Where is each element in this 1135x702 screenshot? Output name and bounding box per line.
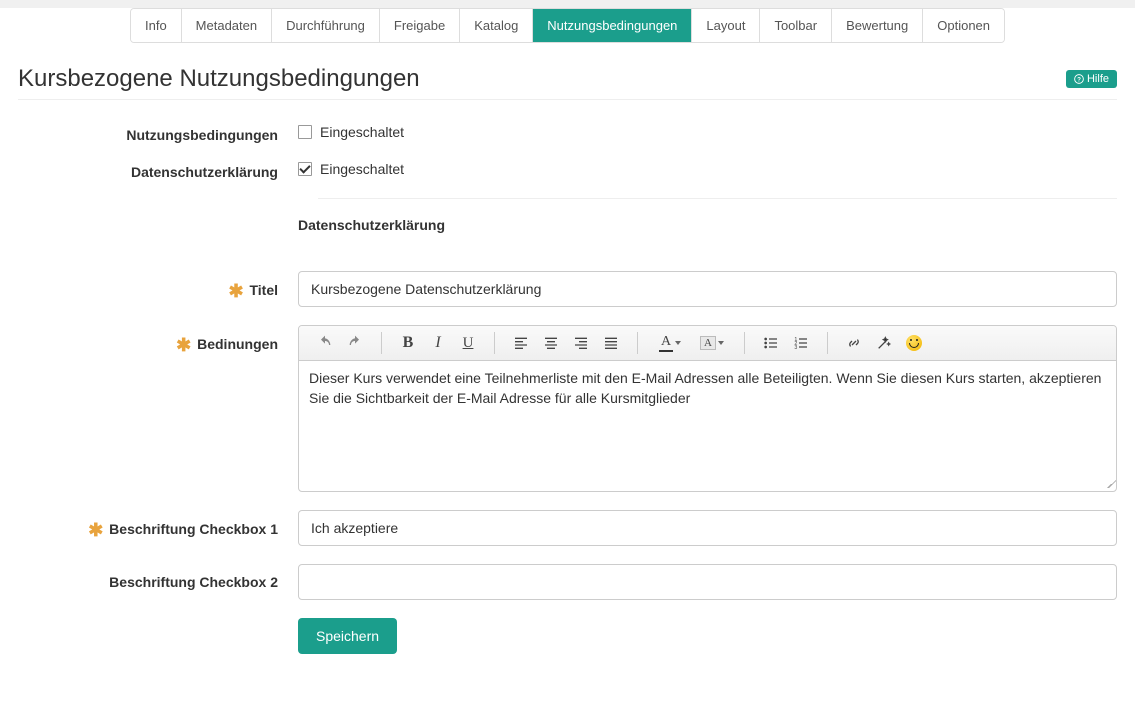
tab-optionen[interactable]: Optionen [923,9,1004,42]
section-divider [318,198,1117,199]
terms-checkbox[interactable] [298,125,312,139]
content-area: Kursbezogene Nutzungsbedingungen ? Hilfe… [0,43,1135,702]
bold-button[interactable]: B [394,330,422,356]
row-privacy: Datenschutzerklärung Eingeschaltet [18,161,1117,180]
rich-editor: B I U A A [298,325,1117,492]
label-privacy: Datenschutzerklärung [18,161,298,180]
align-right-button[interactable] [567,330,595,356]
cb1-input[interactable] [298,510,1117,546]
label-conditions: Bedinungen [197,336,278,352]
tab-toolbar[interactable]: Toolbar [760,9,832,42]
editor-content[interactable]: Dieser Kurs verwendet eine Teilnehmerlis… [299,361,1116,491]
align-justify-icon [603,335,619,351]
required-icon: ✱ [176,335,191,355]
svg-text:3: 3 [794,345,797,351]
terms-checkbox-label: Eingeschaltet [320,124,404,140]
undo-icon [317,335,333,351]
align-center-button[interactable] [537,330,565,356]
title-divider [18,99,1117,100]
label-title: Titel [249,282,278,298]
save-button[interactable]: Speichern [298,618,397,654]
svg-text:?: ? [1077,77,1081,84]
align-left-icon [513,335,529,351]
row-section-heading: Datenschutzerklärung [18,217,1117,253]
numbered-list-button[interactable]: 123 [787,330,815,356]
italic-button[interactable]: I [424,330,452,356]
font-color-button[interactable]: A [650,330,690,356]
resize-handle[interactable] [1102,477,1114,489]
numbered-list-icon: 123 [793,335,809,351]
align-left-button[interactable] [507,330,535,356]
bg-color-button[interactable]: A [692,330,732,356]
emoji-button[interactable] [900,330,928,356]
tab-freigabe[interactable]: Freigabe [380,9,460,42]
privacy-checkbox-holder[interactable]: Eingeschaltet [298,161,404,177]
top-strip [0,0,1135,8]
row-cb2: Beschriftung Checkbox 2 [18,564,1117,600]
row-terms: Nutzungsbedingungen Eingeschaltet [18,124,1117,143]
cb2-input[interactable] [298,564,1117,600]
help-button[interactable]: ? Hilfe [1066,70,1117,88]
tab-nutzungsbedingungen[interactable]: Nutzungsbedingungen [533,9,692,42]
required-icon: ✱ [228,281,243,301]
chevron-down-icon [718,341,724,345]
align-justify-button[interactable] [597,330,625,356]
tab-metadaten[interactable]: Metadaten [182,9,272,42]
row-cb1: ✱ Beschriftung Checkbox 1 [18,510,1117,546]
required-icon: ✱ [88,520,103,540]
underline-button[interactable]: U [454,330,482,356]
row-title: ✱ Titel [18,271,1117,307]
help-icon: ? [1074,74,1084,84]
help-label: Hilfe [1087,73,1109,85]
align-center-icon [543,335,559,351]
undo-button[interactable] [311,330,339,356]
redo-button[interactable] [341,330,369,356]
redo-icon [347,335,363,351]
tab-bewertung[interactable]: Bewertung [832,9,923,42]
bullet-list-button[interactable] [757,330,785,356]
editor-toolbar: B I U A A [299,326,1116,361]
terms-checkbox-holder[interactable]: Eingeschaltet [298,124,404,140]
privacy-checkbox[interactable] [298,162,312,176]
label-terms: Nutzungsbedingungen [18,124,298,143]
tabs-container: InfoMetadatenDurchführungFreigabeKatalog… [0,8,1135,43]
row-save: Speichern [18,618,1117,654]
smiley-icon [906,335,922,351]
label-cb1: Beschriftung Checkbox 1 [109,521,278,537]
chevron-down-icon [675,341,681,345]
link-button[interactable] [840,330,868,356]
page-title: Kursbezogene Nutzungsbedingungen [18,65,420,93]
link-icon [846,335,862,351]
tabs: InfoMetadatenDurchführungFreigabeKatalog… [130,8,1005,43]
label-cb2: Beschriftung Checkbox 2 [109,574,278,590]
section-heading: Datenschutzerklärung [298,217,1117,233]
row-conditions: ✱ Bedinungen B I U [18,325,1117,492]
align-right-icon [573,335,589,351]
remove-format-button[interactable] [870,330,898,356]
magic-wand-icon [876,335,892,351]
header-row: Kursbezogene Nutzungsbedingungen ? Hilfe [18,65,1117,93]
privacy-checkbox-label: Eingeschaltet [320,161,404,177]
title-input[interactable] [298,271,1117,307]
tab-durchführung[interactable]: Durchführung [272,9,380,42]
tab-info[interactable]: Info [131,9,182,42]
tab-katalog[interactable]: Katalog [460,9,533,42]
tab-layout[interactable]: Layout [692,9,760,42]
bullet-list-icon [763,335,779,351]
